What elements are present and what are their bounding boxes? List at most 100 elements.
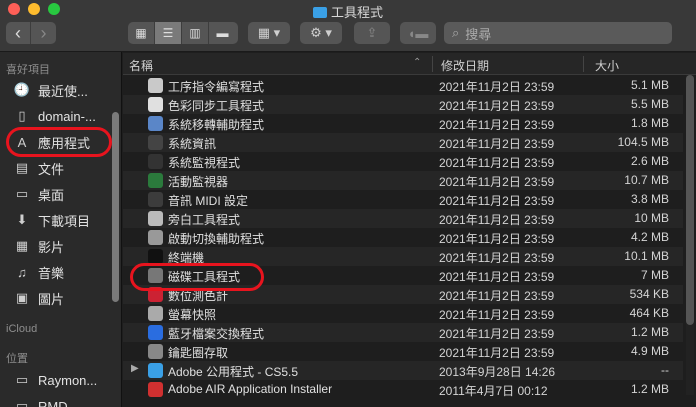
file-size: 4.2 MB: [630, 230, 669, 244]
app-icon: [148, 116, 163, 131]
file-date: 2013年9月28日 14:26: [439, 365, 556, 379]
list-view-button[interactable]: ☰: [155, 22, 182, 44]
table-row[interactable]: 音訊 MIDI 設定 2021年11月2日 23:59 3.8 MB: [123, 190, 683, 209]
file-list: 名稱 ⌃ 修改日期 大小 工序指令編寫程式 2021年11月2日 23:59 5.1…: [123, 53, 696, 407]
file-date: 2021年11月2日 23:59: [439, 118, 555, 132]
app-icon: [148, 325, 163, 340]
share-button[interactable]: ⇪: [354, 22, 390, 44]
table-row[interactable]: Adobe AIR Application Installer 2011年4月7日…: [123, 380, 683, 399]
app-icon: [148, 173, 163, 188]
file-name: 音訊 MIDI 設定: [168, 194, 248, 208]
app-icon: [148, 382, 163, 397]
file-date: 2021年11月2日 23:59: [439, 175, 555, 189]
back-button[interactable]: ‹: [6, 22, 31, 44]
column-header: 名稱 ⌃ 修改日期 大小: [123, 53, 696, 75]
file-name: 啟動切換輔助程式: [168, 232, 265, 246]
table-row[interactable]: 活動監視器 2021年11月2日 23:59 10.7 MB: [123, 171, 683, 190]
tags-button[interactable]: ◖▬: [400, 22, 436, 44]
file-name: 系統移轉輔助程式: [168, 118, 265, 132]
column-size[interactable]: 大小: [595, 57, 619, 74]
file-name: 活動監視器: [168, 175, 229, 189]
file-date: 2021年11月2日 23:59: [439, 346, 555, 360]
gallery-view-button[interactable]: ▬: [209, 22, 236, 44]
folder-icon: [312, 7, 327, 18]
sidebar-item-location-mac[interactable]: ▭ Raymon...: [14, 369, 97, 391]
table-row[interactable]: 系統資訊 2021年11月2日 23:59 104.5 MB: [123, 133, 683, 152]
window-title: 工具程式: [0, 2, 696, 21]
file-size: 1.8 MB: [630, 116, 669, 130]
sidebar-item-music[interactable]: ♫ 音樂: [14, 261, 64, 283]
table-row[interactable]: 系統監視程式 2021年11月2日 23:59 2.6 MB: [123, 152, 683, 171]
table-row[interactable]: 系統移轉輔助程式 2021年11月2日 23:59 1.8 MB: [123, 114, 683, 133]
table-row[interactable]: ▶ Adobe 公用程式 - CS5.5 2013年9月28日 14:26 --: [123, 361, 683, 380]
column-view-button[interactable]: ▥: [182, 22, 209, 44]
navigation-buttons: ‹ ›: [6, 22, 56, 44]
app-icon: [148, 154, 163, 169]
column-divider[interactable]: [583, 56, 584, 72]
file-date: 2011年4月7日 00:12: [439, 384, 548, 398]
table-row[interactable]: 工序指令編寫程式 2021年11月2日 23:59 5.1 MB: [123, 76, 683, 95]
group-by-button[interactable]: ▦ ▾: [248, 22, 290, 44]
sidebar-item-location-disk[interactable]: ▭ RMD...: [14, 395, 79, 407]
sidebar-item-domain[interactable]: ▯ domain-...: [14, 105, 95, 127]
file-date: 2021年11月2日 23:59: [439, 327, 555, 341]
view-mode-segment: ▦ ☰ ▥ ▬: [128, 22, 238, 44]
file-date: 2021年11月2日 23:59: [439, 289, 555, 303]
app-icon: [148, 97, 163, 112]
share-icon: ⇪: [366, 25, 378, 40]
file-size: 5.1 MB: [630, 78, 669, 92]
file-date: 2021年11月2日 23:59: [439, 194, 555, 208]
disclosure-triangle-icon[interactable]: ▶: [131, 363, 139, 374]
list-scrollbar[interactable]: [686, 75, 694, 325]
file-size: 10.1 MB: [624, 249, 669, 263]
app-icon: [148, 249, 163, 264]
search-field[interactable]: ⌕ 搜尋: [444, 22, 672, 44]
locations-header: 位置: [6, 353, 28, 365]
action-button[interactable]: ⚙ ▾: [300, 22, 342, 44]
file-date: 2021年11月2日 23:59: [439, 156, 555, 170]
icloud-header: iCloud: [6, 323, 38, 335]
search-placeholder: 搜尋: [465, 26, 492, 42]
table-row[interactable]: 藍牙檔案交換程式 2021年11月2日 23:59 1.2 MB: [123, 323, 683, 342]
file-size: 10 MB: [634, 211, 669, 225]
file-name: Adobe AIR Application Installer: [168, 382, 333, 396]
sidebar-item-recents[interactable]: 🕘 最近使...: [14, 79, 88, 101]
favorites-header: 喜好項目: [6, 64, 50, 76]
table-row[interactable]: 鑰匙圈存取 2021年11月2日 23:59 4.9 MB: [123, 342, 683, 361]
sidebar-item-downloads[interactable]: ⬇ 下載項目: [14, 209, 90, 231]
file-name: 鑰匙圈存取: [168, 346, 229, 360]
file-size: 1.2 MB: [630, 382, 669, 396]
table-row[interactable]: 色彩同步工具程式 2021年11月2日 23:59 5.5 MB: [123, 95, 683, 114]
icon-view-button[interactable]: ▦: [128, 22, 155, 44]
column-date[interactable]: 修改日期: [441, 57, 489, 74]
column-divider[interactable]: [432, 56, 433, 72]
file-size: 104.5 MB: [617, 135, 669, 149]
folder-icon: [148, 363, 163, 378]
sidebar-item-movies[interactable]: ▦ 影片: [14, 235, 64, 257]
computer-icon: ▭: [15, 372, 29, 387]
column-name[interactable]: 名稱: [129, 57, 153, 74]
sidebar-scrollbar[interactable]: [112, 112, 119, 302]
tag-icon: ◖▬: [407, 25, 429, 41]
file-size: 3.8 MB: [630, 192, 669, 206]
annotation-applications: [6, 127, 112, 157]
document-icon: ▯: [18, 108, 26, 123]
app-icon: [148, 192, 163, 207]
music-icon: ♫: [17, 264, 27, 280]
sidebar-item-pictures[interactable]: ▣ 圖片: [14, 287, 64, 309]
file-size: --: [661, 363, 669, 377]
table-row[interactable]: 旁白工具程式 2021年11月2日 23:59 10 MB: [123, 209, 683, 228]
table-row[interactable]: 螢幕快照 2021年11月2日 23:59 464 KB: [123, 304, 683, 323]
movie-icon: ▦: [15, 238, 29, 253]
forward-button[interactable]: ›: [31, 22, 56, 44]
file-date: 2021年11月2日 23:59: [439, 99, 555, 113]
table-row[interactable]: 啟動切換輔助程式 2021年11月2日 23:59 4.2 MB: [123, 228, 683, 247]
file-size: 4.9 MB: [630, 344, 669, 358]
sidebar-item-desktop[interactable]: ▭ 桌面: [14, 183, 64, 205]
desktop-icon: ▭: [15, 186, 29, 201]
disk-icon: ▭: [15, 398, 29, 407]
grid-icon: ▦ ▾: [257, 25, 281, 40]
file-size: 1.2 MB: [630, 325, 669, 339]
app-icon: [148, 78, 163, 93]
sidebar-item-documents[interactable]: ▤ 文件: [14, 157, 64, 179]
